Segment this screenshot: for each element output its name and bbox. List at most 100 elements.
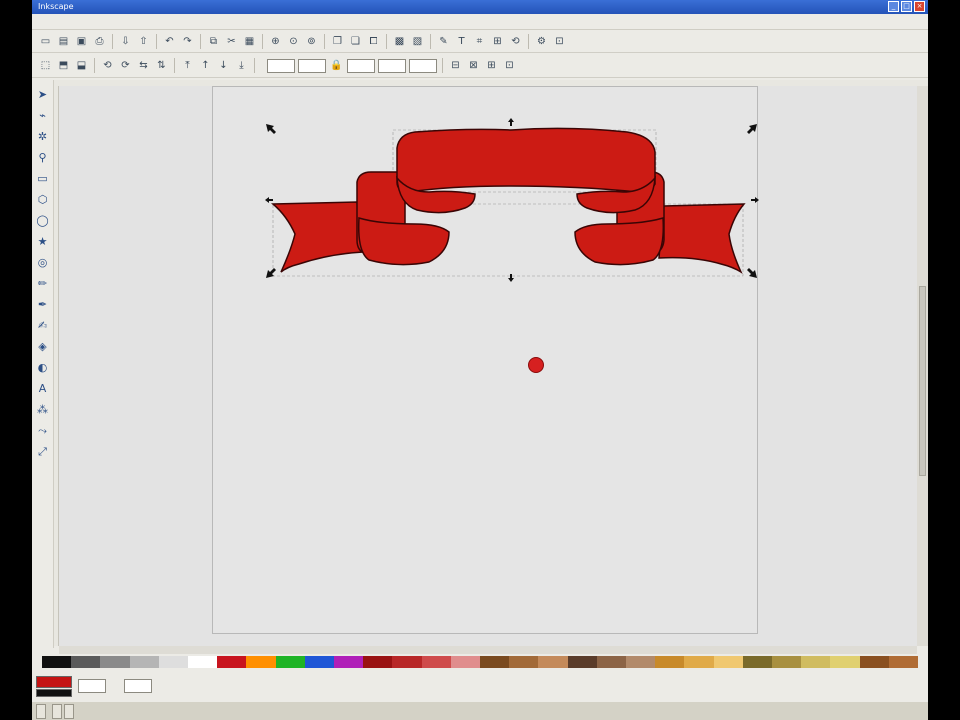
rectangle-tool-icon[interactable]: ▭: [35, 170, 51, 187]
handle-top-middle[interactable]: [508, 118, 514, 126]
connector-tool-icon[interactable]: ⤳: [35, 422, 51, 439]
raise-to-top-icon[interactable]: ⤒: [180, 58, 195, 73]
dropper-tool-icon[interactable]: ⤢: [35, 443, 51, 460]
ribbon-left-inner-curl[interactable]: [357, 217, 450, 266]
text-tool-icon[interactable]: A: [35, 380, 51, 397]
zoom-drawing-icon[interactable]: ⊙: [286, 34, 301, 49]
horizontal-scrollbar[interactable]: [59, 646, 917, 654]
palette-swatch[interactable]: [480, 656, 510, 668]
ribbon-left-tail[interactable]: [271, 201, 364, 273]
palette-swatch[interactable]: [304, 656, 335, 668]
selector-tool-icon[interactable]: ➤: [35, 86, 51, 103]
stroke-swatch[interactable]: [36, 688, 72, 697]
transform-icon[interactable]: ⟲: [508, 34, 523, 49]
move-gradients-icon[interactable]: ⊞: [484, 58, 499, 73]
palette-swatch[interactable]: [392, 656, 422, 668]
scale-corners-icon[interactable]: ⊠: [466, 58, 481, 73]
palette-swatch[interactable]: [275, 656, 305, 668]
palette-swatch[interactable]: [830, 656, 860, 668]
vertical-scrollbar[interactable]: [917, 86, 928, 646]
handle-middle-right[interactable]: [751, 197, 759, 203]
palette-swatch[interactable]: [888, 656, 919, 668]
flip-vertical-icon[interactable]: ⇅: [154, 58, 169, 73]
palette-swatch[interactable]: [713, 656, 743, 668]
zoom-field[interactable]: [124, 679, 152, 693]
handle-bottom-left[interactable]: [266, 268, 276, 278]
move-patterns-icon[interactable]: ⊡: [502, 58, 517, 73]
palette-swatch[interactable]: [859, 656, 889, 668]
star-tool-icon[interactable]: ★: [35, 233, 51, 250]
palette-swatch[interactable]: [188, 656, 218, 668]
palette-swatch[interactable]: [363, 656, 393, 668]
palette-swatch[interactable]: [567, 656, 597, 668]
palette-swatch[interactable]: [334, 656, 364, 668]
taskbar-item[interactable]: [64, 703, 74, 719]
scale-stroke-icon[interactable]: ⊟: [448, 58, 463, 73]
ribbon-right-inner-curl[interactable]: [574, 217, 665, 266]
ribbon-right-tail[interactable]: [658, 203, 746, 274]
redo-icon[interactable]: ↷: [180, 34, 195, 49]
ellipse-tool-icon[interactable]: ◯: [35, 212, 51, 229]
paint-bucket-tool-icon[interactable]: ◈: [35, 338, 51, 355]
export-icon[interactable]: ⇧: [136, 34, 151, 49]
node-tool-icon[interactable]: ⌁: [35, 107, 51, 124]
new-document-icon[interactable]: ▭: [38, 34, 53, 49]
lower-icon[interactable]: ↓: [216, 58, 231, 73]
palette-swatch[interactable]: [217, 656, 247, 668]
lower-to-bottom-icon[interactable]: ⤓: [234, 58, 249, 73]
palette-swatch[interactable]: [71, 656, 101, 668]
rotate-ccw-icon[interactable]: ⟲: [100, 58, 115, 73]
import-icon[interactable]: ⇩: [118, 34, 133, 49]
palette-swatch[interactable]: [100, 656, 130, 668]
pencil-tool-icon[interactable]: ✏: [35, 275, 51, 292]
fill-stroke-icon[interactable]: ✎: [436, 34, 451, 49]
deselect-icon[interactable]: ⬓: [74, 58, 89, 73]
unlink-clone-icon[interactable]: ⧠: [366, 34, 381, 49]
maximize-button[interactable]: □: [901, 1, 912, 12]
pen-tool-icon[interactable]: ✒: [35, 296, 51, 313]
open-file-icon[interactable]: ▤: [56, 34, 71, 49]
duplicate-icon[interactable]: ❐: [330, 34, 345, 49]
select-all-icon[interactable]: ⬚: [38, 58, 53, 73]
palette-swatch[interactable]: [772, 656, 802, 668]
palette-swatch[interactable]: [129, 656, 159, 668]
close-button[interactable]: ×: [914, 1, 925, 12]
taskbar-item[interactable]: [52, 703, 62, 719]
rotate-cw-icon[interactable]: ⟳: [118, 58, 133, 73]
palette-swatch[interactable]: [246, 656, 276, 668]
y-field[interactable]: [298, 58, 326, 73]
height-field[interactable]: [378, 58, 406, 73]
gradient-tool-icon[interactable]: ◐: [35, 359, 51, 376]
palette-swatch[interactable]: [509, 656, 539, 668]
calligraphy-tool-icon[interactable]: ✍: [35, 317, 51, 334]
clone-icon[interactable]: ❏: [348, 34, 363, 49]
preferences-icon[interactable]: ⚙: [534, 34, 549, 49]
palette-swatch[interactable]: [742, 656, 773, 668]
palette-swatch[interactable]: [450, 656, 481, 668]
handle-bottom-middle[interactable]: [508, 274, 514, 282]
handle-bottom-right[interactable]: [747, 268, 757, 278]
spray-tool-icon[interactable]: ⁂: [35, 401, 51, 418]
zoom-page-icon[interactable]: ⊚: [304, 34, 319, 49]
handle-middle-left[interactable]: [265, 197, 273, 203]
text-font-icon[interactable]: T: [454, 34, 469, 49]
lock-proportions-icon[interactable]: 🔒: [329, 58, 344, 73]
palette-swatch[interactable]: [626, 656, 656, 668]
layer-selector[interactable]: [78, 679, 106, 693]
ribbon-banner[interactable]: [239, 112, 784, 284]
palette-swatch[interactable]: [42, 656, 72, 668]
select-all-layers-icon[interactable]: ⬒: [56, 58, 71, 73]
ribbon-top-band[interactable]: [396, 127, 656, 193]
group-icon[interactable]: ▩: [392, 34, 407, 49]
handle-top-right[interactable]: [747, 124, 757, 134]
vertical-scroll-thumb[interactable]: [919, 286, 926, 476]
color-palette[interactable]: [42, 656, 919, 668]
palette-swatch[interactable]: [421, 656, 451, 668]
3d-box-tool-icon[interactable]: ⬡: [35, 191, 51, 208]
raise-icon[interactable]: ↑: [198, 58, 213, 73]
zoom-selection-icon[interactable]: ⊕: [268, 34, 283, 49]
ungroup-icon[interactable]: ▧: [410, 34, 425, 49]
fill-swatch[interactable]: [36, 675, 72, 688]
undo-icon[interactable]: ↶: [162, 34, 177, 49]
palette-swatch[interactable]: [158, 656, 189, 668]
